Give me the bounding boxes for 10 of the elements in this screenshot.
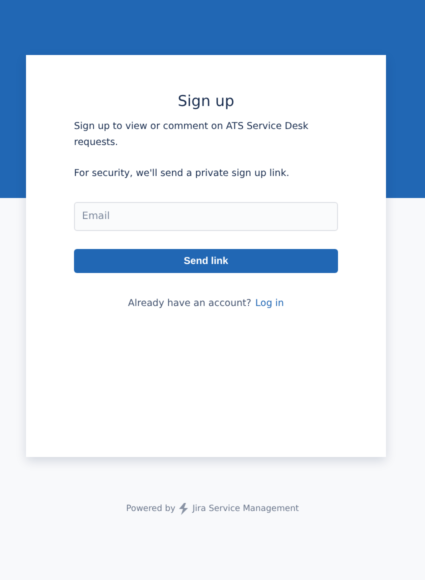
lightning-logo-icon [178, 503, 190, 515]
card-title: Sign up [176, 92, 236, 110]
login-link[interactable]: Log in [255, 298, 284, 309]
send-link-button[interactable]: Send link [74, 249, 338, 273]
intro-text: Sign up to view or comment on ATS Service Desk requests. [74, 120, 310, 150]
login-prompt: Already have an account? [128, 298, 252, 309]
powered-by-text: Powered by [126, 504, 176, 514]
product-name: Jira Service Management [192, 504, 299, 514]
email-field[interactable]: Email [74, 202, 338, 231]
security-note: For security, we'll send a private sign up link. [74, 167, 290, 181]
